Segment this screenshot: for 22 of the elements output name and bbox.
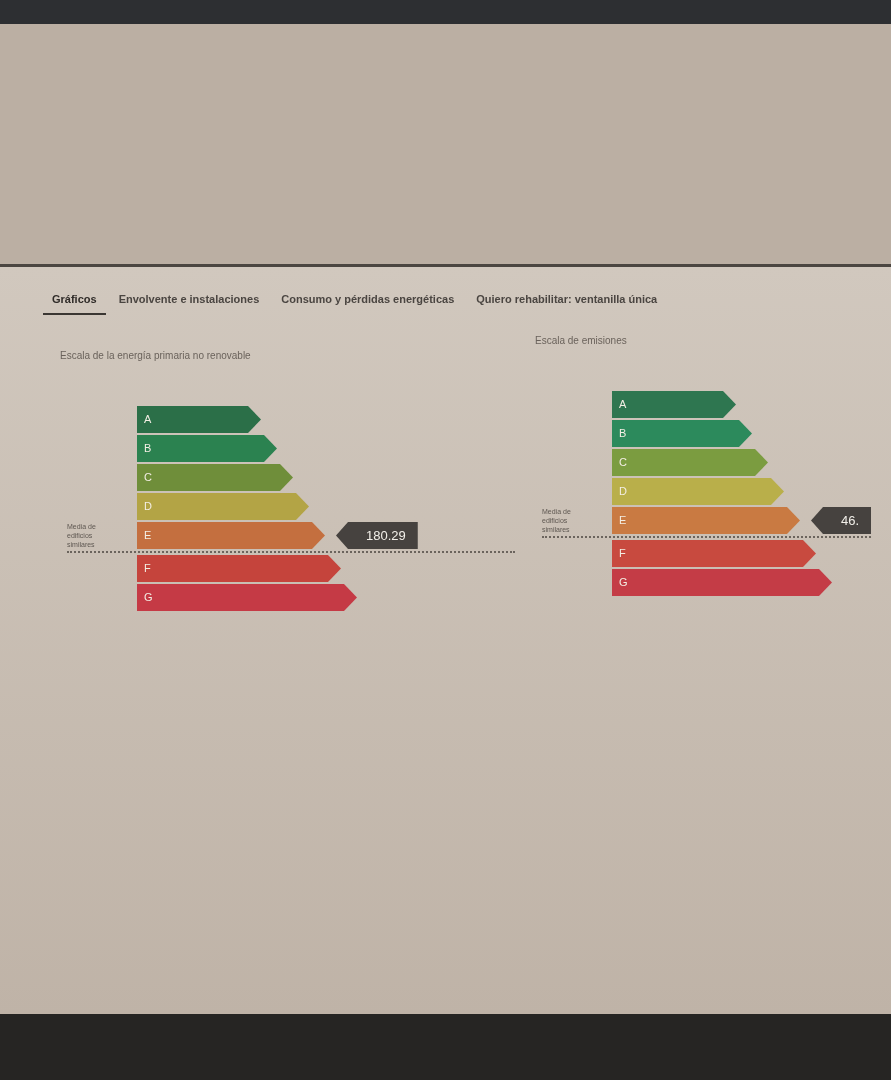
tab[interactable]: Gráficos — [43, 289, 106, 315]
tab[interactable]: Consumo y pérdidas energéticas — [272, 289, 464, 315]
rating-bar: G — [137, 584, 357, 611]
tab[interactable]: Quiero rehabilitar: ventanilla única — [467, 289, 667, 315]
rating-bar: B — [612, 420, 752, 447]
rating-bar: F — [612, 540, 816, 567]
rating-bar: C — [612, 449, 768, 476]
rating-bar: C — [137, 464, 293, 491]
rating-bar: E — [612, 507, 800, 534]
rating-bar: D — [137, 493, 309, 520]
rating-bar: E — [137, 522, 325, 549]
tab[interactable]: Envolvente e instalaciones — [109, 289, 269, 315]
rating-marker: 180.29 — [336, 522, 418, 549]
rating-bar: A — [137, 406, 261, 433]
chart-title: Escala de la energía primaria no renovable — [60, 350, 251, 362]
rating-bar: G — [612, 569, 832, 596]
rating-marker: 46. — [811, 507, 872, 534]
rating-bar: A — [612, 391, 736, 418]
chart-title: Escala de emisiones — [535, 335, 627, 347]
rating-bar: D — [612, 478, 784, 505]
rating-bar: F — [137, 555, 341, 582]
rating-bar: B — [137, 435, 277, 462]
